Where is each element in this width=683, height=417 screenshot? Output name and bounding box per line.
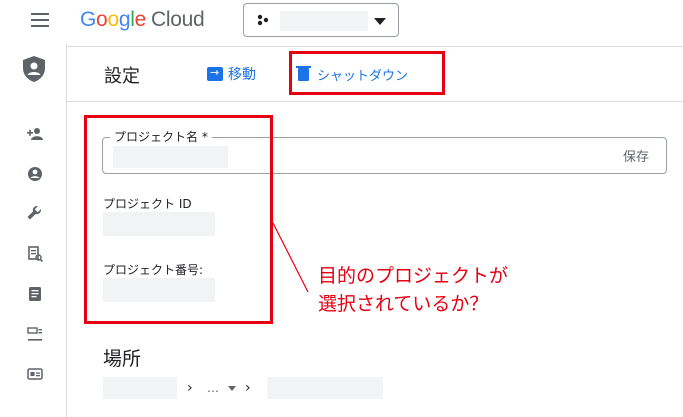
shield-icon bbox=[23, 56, 45, 82]
account-circle-icon[interactable] bbox=[27, 166, 43, 182]
annotation-line-2: 選択されているか？ bbox=[318, 293, 489, 315]
project-selector[interactable] bbox=[243, 3, 399, 37]
save-button[interactable]: 保存 bbox=[623, 146, 649, 165]
menu-icon[interactable] bbox=[31, 13, 49, 27]
divider bbox=[66, 46, 683, 47]
wrench-icon[interactable] bbox=[27, 206, 43, 222]
move-button[interactable]: 移動 bbox=[207, 64, 256, 84]
annotation-highlight-shutdown bbox=[289, 51, 445, 95]
annotation-pointer-line bbox=[272, 222, 309, 293]
annotation-highlight-project-info bbox=[84, 115, 273, 324]
move-icon bbox=[207, 66, 223, 81]
google-cloud-logo[interactable]: Google Cloud bbox=[80, 8, 205, 32]
chevron-down-icon[interactable] bbox=[228, 386, 236, 391]
notes-icon[interactable] bbox=[27, 286, 43, 302]
document-search-icon[interactable] bbox=[27, 246, 43, 262]
annotation-text: 目的のプロジェクトが 選択されているか？ bbox=[318, 262, 508, 318]
person-add-icon[interactable] bbox=[27, 126, 43, 142]
breadcrumb-separator: › bbox=[245, 380, 251, 396]
chevron-down-icon bbox=[374, 18, 386, 25]
location-org-redacted bbox=[103, 377, 177, 399]
id-card-icon[interactable] bbox=[27, 366, 43, 382]
left-nav-rail bbox=[0, 44, 67, 417]
divider bbox=[66, 101, 683, 102]
project-icon bbox=[257, 14, 269, 26]
page-title: 設定 bbox=[104, 66, 140, 87]
location-folder-redacted bbox=[267, 377, 383, 399]
project-name-redacted bbox=[280, 11, 368, 31]
label-icon[interactable] bbox=[27, 326, 43, 342]
location-section-title: 場所 bbox=[103, 348, 142, 370]
breadcrumb-ellipsis[interactable]: … bbox=[207, 381, 219, 395]
top-bar: Google Cloud bbox=[0, 0, 683, 44]
breadcrumb-separator: › bbox=[187, 380, 193, 396]
annotation-line-1: 目的のプロジェクトが bbox=[318, 265, 509, 287]
move-button-label: 移動 bbox=[228, 67, 256, 83]
